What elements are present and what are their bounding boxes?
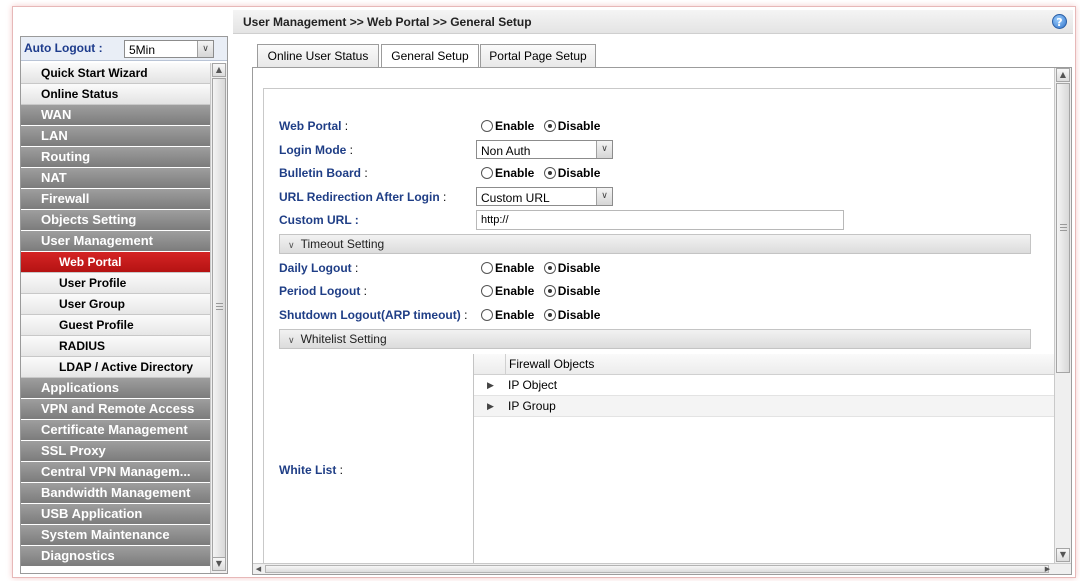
custom-url-input[interactable]: http:// xyxy=(476,210,844,230)
scroll-down-icon[interactable]: ▼ xyxy=(1056,548,1070,562)
breadcrumb: User Management >> Web Portal >> General… xyxy=(243,15,532,29)
sidebar-item-firewall[interactable]: Firewall xyxy=(21,189,211,210)
general-setup-panel: Web Portal : Enable Disable Login Mode :… xyxy=(252,67,1072,575)
firewall-objects-header: Firewall Objects xyxy=(474,354,1055,375)
panel-scroll-thumb[interactable] xyxy=(1056,83,1070,373)
shutdown-logout-radio-group: Enable Disable xyxy=(481,308,606,322)
scroll-down-icon[interactable]: ▼ xyxy=(212,557,226,571)
tab-label: Online User Status xyxy=(267,49,369,63)
period-logout-disable-radio[interactable]: Disable xyxy=(543,284,600,298)
expand-triangle-icon[interactable]: ▶ xyxy=(487,396,494,416)
sidebar-item-user-group[interactable]: User Group xyxy=(21,294,211,315)
sidebar-item-routing[interactable]: Routing xyxy=(21,147,211,168)
sidebar-item-diagnostics[interactable]: Diagnostics xyxy=(21,546,211,567)
period-logout-label: Period Logout : xyxy=(279,284,367,298)
chevron-down-icon: ∨ xyxy=(288,335,295,345)
scroll-left-icon[interactable]: ◀ xyxy=(253,564,264,574)
sidebar-item-ldap-active-directory[interactable]: LDAP / Active Directory xyxy=(21,357,211,378)
sidebar-item-user-management[interactable]: User Management xyxy=(21,231,211,252)
sidebar-item-usb-application[interactable]: USB Application xyxy=(21,504,211,525)
bulletin-board-disable-radio[interactable]: Disable xyxy=(543,166,600,180)
help-icon[interactable]: ? xyxy=(1052,14,1067,29)
panel-vertical-scrollbar[interactable]: ▲ ▼ xyxy=(1054,68,1071,564)
login-mode-label: Login Mode : xyxy=(279,143,353,157)
sidebar-item-central-vpn-managem[interactable]: Central VPN Managem... xyxy=(21,462,211,483)
scroll-right-icon[interactable]: ▶ xyxy=(1042,564,1053,574)
sidebar-scroll-thumb[interactable] xyxy=(212,78,226,558)
daily-logout-disable-radio[interactable]: Disable xyxy=(543,261,600,275)
url-redirection-label: URL Redirection After Login : xyxy=(279,190,447,204)
tab-portal-page-setup[interactable]: Portal Page Setup xyxy=(480,44,596,68)
shutdown-logout-label: Shutdown Logout(ARP timeout) : xyxy=(279,308,468,322)
tab-online-user-status[interactable]: Online User Status xyxy=(257,44,379,68)
tab-label: Portal Page Setup xyxy=(489,49,587,63)
auto-logout-value: 5Min xyxy=(129,43,156,57)
sidebar-item-system-maintenance[interactable]: System Maintenance xyxy=(21,525,211,546)
daily-logout-enable-radio[interactable]: Enable xyxy=(481,261,534,275)
auto-logout-bar: Auto Logout : 5Min ∨ xyxy=(21,37,227,61)
url-redirection-select[interactable]: Custom URL ∨ xyxy=(476,187,613,206)
sidebar-item-lan[interactable]: LAN xyxy=(21,126,211,147)
chevron-down-icon[interactable]: ∨ xyxy=(596,188,612,205)
tree-row-ip-object[interactable]: ▶ IP Object xyxy=(474,375,1055,396)
sidebar-item-nat[interactable]: NAT xyxy=(21,168,211,189)
scroll-up-icon[interactable]: ▲ xyxy=(212,63,226,77)
web-portal-enable-radio[interactable]: Enable xyxy=(481,119,534,133)
sidebar-item-ssl-proxy[interactable]: SSL Proxy xyxy=(21,441,211,462)
sidebar-menu: Quick Start Wizard Online Status WAN LAN Rou… xyxy=(21,63,211,567)
page-header: User Management >> Web Portal >> General… xyxy=(233,10,1073,34)
sidebar-item-quick-start-wizard[interactable]: Quick Start Wizard xyxy=(21,63,211,84)
scroll-up-icon[interactable]: ▲ xyxy=(1056,68,1070,82)
sidebar-scrollbar[interactable]: ▲ ▼ xyxy=(210,63,227,573)
custom-url-label: Custom URL : xyxy=(279,213,359,227)
panel-hscroll-thumb[interactable] xyxy=(265,565,1049,573)
period-logout-radio-group: Enable Disable xyxy=(481,284,606,298)
login-mode-value: Non Auth xyxy=(481,144,531,158)
sidebar-item-wan[interactable]: WAN xyxy=(21,105,211,126)
sidebar-item-online-status[interactable]: Online Status xyxy=(21,84,211,105)
shutdown-logout-enable-radio[interactable]: Enable xyxy=(481,308,534,322)
web-portal-label: Web Portal : xyxy=(279,119,349,133)
sidebar-item-radius[interactable]: RADIUS xyxy=(21,336,211,357)
chevron-down-icon[interactable]: ∨ xyxy=(197,41,213,57)
sidebar-item-guest-profile[interactable]: Guest Profile xyxy=(21,315,211,336)
sidebar-item-bandwidth-management[interactable]: Bandwidth Management xyxy=(21,483,211,504)
firewall-objects-tree: Firewall Objects ▶ IP Object ▶ IP Group xyxy=(473,354,1055,564)
panel-horizontal-scrollbar[interactable]: ◀ ▶ xyxy=(253,563,1071,574)
shutdown-logout-disable-radio[interactable]: Disable xyxy=(543,308,600,322)
timeout-setting-section[interactable]: ∨ Timeout Setting xyxy=(279,234,1031,254)
daily-logout-label: Daily Logout : xyxy=(279,261,359,275)
period-logout-enable-radio[interactable]: Enable xyxy=(481,284,534,298)
web-portal-radio-group: Enable Disable xyxy=(481,119,606,133)
login-mode-select[interactable]: Non Auth ∨ xyxy=(476,140,613,159)
expand-triangle-icon[interactable]: ▶ xyxy=(487,375,494,395)
url-redirection-value: Custom URL xyxy=(481,191,550,205)
sidebar-item-vpn-and-remote-access[interactable]: VPN and Remote Access xyxy=(21,399,211,420)
bulletin-board-radio-group: Enable Disable xyxy=(481,166,606,180)
tab-general-setup[interactable]: General Setup xyxy=(381,44,479,69)
tree-row-ip-group[interactable]: ▶ IP Group xyxy=(474,396,1055,417)
bulletin-board-enable-radio[interactable]: Enable xyxy=(481,166,534,180)
chevron-down-icon[interactable]: ∨ xyxy=(596,141,612,158)
sidebar-item-objects-setting[interactable]: Objects Setting xyxy=(21,210,211,231)
sidebar-item-applications[interactable]: Applications xyxy=(21,378,211,399)
auto-logout-label: Auto Logout : xyxy=(24,41,103,55)
daily-logout-radio-group: Enable Disable xyxy=(481,261,606,275)
sidebar: Auto Logout : 5Min ∨ Quick Start Wizard O… xyxy=(20,36,228,574)
web-portal-disable-radio[interactable]: Disable xyxy=(543,119,600,133)
tab-label: General Setup xyxy=(391,49,469,63)
sidebar-item-web-portal[interactable]: Web Portal xyxy=(21,252,211,273)
chevron-down-icon: ∨ xyxy=(288,240,295,250)
sidebar-item-user-profile[interactable]: User Profile xyxy=(21,273,211,294)
white-list-label: White List : xyxy=(279,463,343,477)
fieldset-border xyxy=(263,88,1051,89)
sidebar-item-certificate-management[interactable]: Certificate Management xyxy=(21,420,211,441)
bulletin-board-label: Bulletin Board : xyxy=(279,166,368,180)
whitelist-setting-section[interactable]: ∨ Whitelist Setting xyxy=(279,329,1031,349)
fieldset-border-left xyxy=(263,88,264,564)
auto-logout-select[interactable]: 5Min ∨ xyxy=(124,40,214,58)
